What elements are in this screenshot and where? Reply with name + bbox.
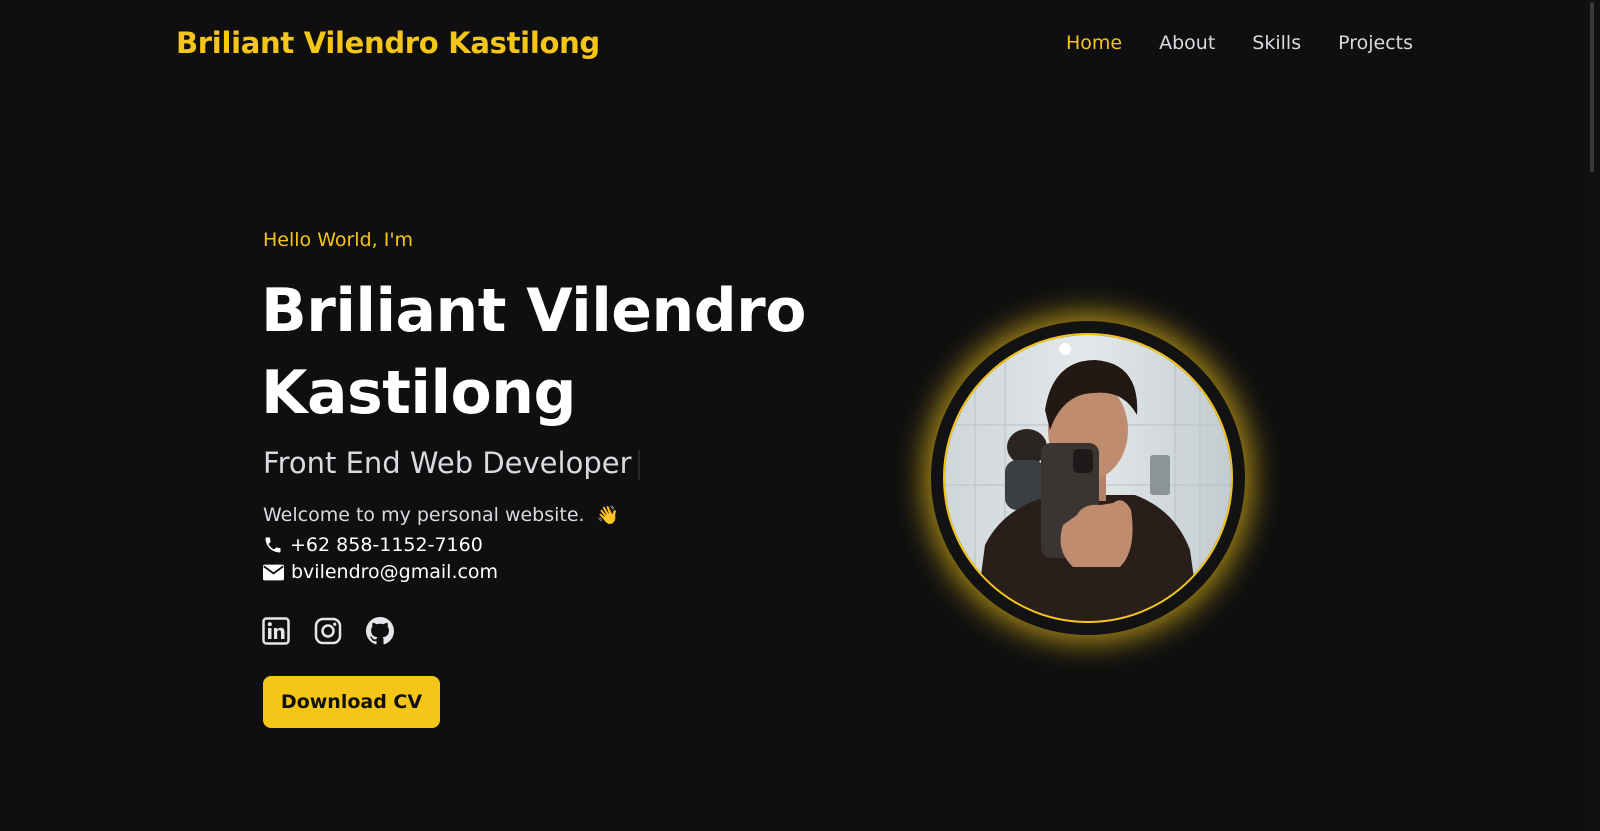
typing-cursor — [637, 450, 640, 480]
welcome-text: Welcome to my personal website. 👋 — [263, 504, 619, 526]
phone-number[interactable]: +62 858-1152-7160 — [290, 534, 483, 556]
hero-role-text: Front End Web Developer — [263, 446, 632, 480]
download-cv-button[interactable]: Download CV — [263, 676, 440, 728]
profile-photo — [943, 333, 1233, 623]
page: Briliant Vilendro Kastilong Home About S… — [0, 0, 1600, 831]
nav-projects[interactable]: Projects — [1338, 32, 1413, 54]
page-scrollbar[interactable] — [1586, 0, 1600, 831]
site-header: Briliant Vilendro Kastilong Home About S… — [0, 0, 1600, 90]
phone-icon — [265, 537, 281, 553]
github-icon[interactable] — [366, 617, 394, 645]
waving-hand-icon: 👋 — [596, 505, 620, 526]
welcome-label: Welcome to my personal website. — [263, 504, 585, 526]
hero-role: Front End Web Developer — [263, 446, 640, 480]
mail-icon — [263, 564, 284, 580]
profile-photo-frame — [931, 321, 1245, 635]
phone-contact: +62 858-1152-7160 — [263, 534, 483, 556]
hero-name: Briliant Vilendro Kastilong — [261, 276, 806, 428]
linkedin-icon[interactable] — [262, 617, 290, 645]
main-nav: Home About Skills Projects — [1066, 32, 1413, 54]
instagram-icon[interactable] — [314, 617, 342, 645]
nav-home[interactable]: Home — [1066, 32, 1122, 54]
profile-photo-illustration — [945, 335, 1231, 621]
scrollbar-thumb[interactable] — [1590, 2, 1594, 172]
email-address[interactable]: bvilendro@gmail.com — [291, 561, 498, 583]
nav-skills[interactable]: Skills — [1252, 32, 1301, 54]
nav-about[interactable]: About — [1159, 32, 1215, 54]
hero-greeting: Hello World, I'm — [263, 229, 414, 251]
social-links — [262, 617, 394, 645]
email-contact: bvilendro@gmail.com — [263, 561, 498, 583]
site-logo[interactable]: Briliant Vilendro Kastilong — [176, 26, 600, 60]
